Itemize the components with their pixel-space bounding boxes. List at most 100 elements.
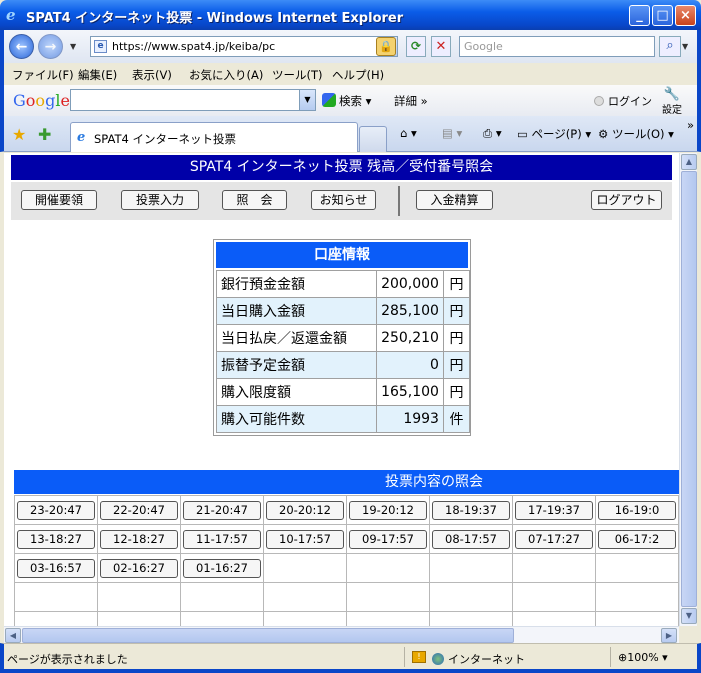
tools-menu[interactable]: ⚙ ツール(O) ▾	[598, 126, 674, 142]
race-button[interactable]: 10-17:57	[266, 529, 344, 549]
bet-cell: 22-20:47	[97, 495, 181, 525]
race-button[interactable]: 11-17:57	[183, 529, 261, 549]
refresh-icon[interactable]: ⟳	[406, 36, 426, 57]
scroll-left-icon[interactable]: ◀	[5, 628, 21, 643]
search-dropdown-icon[interactable]: ▼	[682, 42, 688, 51]
google-search-icon	[322, 93, 336, 107]
google-login-button[interactable]: ログイン	[594, 93, 652, 109]
search-input[interactable]: Google	[459, 36, 655, 57]
google-detail-button[interactable]: 詳細 »	[394, 93, 428, 109]
search-icon[interactable]: ⌕	[659, 36, 681, 57]
bet-cell: 03-16:57	[14, 553, 98, 583]
menu-help[interactable]: ヘルプ(H)	[332, 67, 384, 83]
url-field[interactable]: e https://www.spat4.jp/keiba/pc ▼	[90, 36, 398, 57]
race-button[interactable]: 12-18:27	[100, 529, 178, 549]
tab-spat4[interactable]: e SPAT4 インターネット投票	[70, 122, 358, 152]
scroll-right-icon[interactable]: ▶	[661, 628, 677, 643]
bet-input-button[interactable]: 投票入力	[121, 190, 199, 210]
chevron-more-icon[interactable]: »	[687, 118, 694, 132]
guide-button[interactable]: 開催要領	[21, 190, 97, 210]
zoom-control[interactable]: ⊕100% ▾	[618, 651, 668, 664]
race-button[interactable]: 06-17:2	[598, 529, 676, 549]
horizontal-scrollbar[interactable]: ◀ ▶	[4, 626, 679, 643]
history-dropdown-icon[interactable]: ▼	[70, 42, 76, 51]
menu-favorites[interactable]: お気に入り(A)	[189, 67, 263, 83]
page-menu[interactable]: ▭ ページ(P) ▾	[517, 126, 591, 142]
race-button[interactable]: 03-16:57	[17, 558, 95, 578]
bet-cell: 06-17:2	[595, 524, 679, 554]
scroll-down-icon[interactable]: ▼	[681, 608, 697, 624]
race-button[interactable]: 22-20:47	[100, 500, 178, 520]
scroll-corner	[679, 626, 697, 643]
google-logo: Google	[13, 91, 70, 110]
race-button[interactable]: 17-19:37	[515, 500, 593, 520]
race-button[interactable]: 21-20:47	[183, 500, 261, 520]
forward-button[interactable]: →	[38, 34, 63, 59]
new-tab-button[interactable]	[359, 126, 387, 152]
race-button[interactable]: 19-20:12	[349, 500, 427, 520]
print-icon[interactable]: ⎙ ▾	[483, 126, 502, 141]
status-divider	[610, 647, 611, 667]
deposit-button[interactable]: 入金精算	[416, 190, 493, 210]
add-favorite-icon[interactable]: ✚	[38, 125, 51, 144]
google-search-button[interactable]: 検索 ▾	[322, 93, 371, 109]
maximize-button[interactable]: □	[652, 5, 673, 26]
favorites-star-icon[interactable]: ★	[12, 125, 26, 144]
race-button[interactable]: 18-19:37	[432, 500, 510, 520]
race-button[interactable]: 09-17:57	[349, 529, 427, 549]
race-button[interactable]: 13-18:27	[17, 529, 95, 549]
table-row: 13-18:27 12-18:27 11-17:57 10-17:57 09-17:57…	[14, 524, 679, 554]
bet-cell: 18-19:37	[429, 495, 513, 525]
news-button[interactable]: お知らせ	[311, 190, 376, 210]
google-search-dropdown-icon[interactable]: ▼	[299, 90, 315, 110]
bet-cell: 20-20:12	[263, 495, 347, 525]
race-button[interactable]: 23-20:47	[17, 500, 95, 520]
menu-view[interactable]: 表示(V)	[132, 67, 172, 83]
protected-mode-icon[interactable]: !	[412, 651, 426, 663]
bet-cell: 16-19:0	[595, 495, 679, 525]
status-divider	[404, 647, 405, 667]
vertical-scroll-thumb[interactable]	[681, 171, 697, 607]
race-button[interactable]: 01-16:27	[183, 558, 261, 578]
horizontal-scroll-thumb[interactable]	[22, 628, 514, 643]
back-button[interactable]: ←	[9, 34, 34, 59]
race-button[interactable]: 08-17:57	[432, 529, 510, 549]
table-row: 購入限度額 165,100 円	[215, 378, 471, 406]
bet-cell: 08-17:57	[429, 524, 513, 554]
title-bar: e SPAT4 インターネット投票 - Windows Internet Exp…	[0, 0, 701, 30]
bet-cell	[595, 582, 679, 612]
bet-cell: 21-20:47	[180, 495, 264, 525]
logout-button[interactable]: ログアウト	[591, 190, 662, 210]
bet-cell	[512, 582, 596, 612]
menu-file[interactable]: ファイル(F)	[12, 67, 74, 83]
bet-cell	[180, 582, 264, 612]
google-search-input[interactable]: ▼	[70, 89, 316, 111]
page-content: SPAT4 インターネット投票 残高／受付番号照会 開催要領 投票入力 照 会 …	[4, 153, 679, 626]
bet-cell	[595, 553, 679, 583]
race-button[interactable]: 20-20:12	[266, 500, 344, 520]
bet-cell	[346, 553, 430, 583]
status-message: ページが表示されました	[7, 653, 128, 666]
menu-edit[interactable]: 編集(E)	[78, 67, 117, 83]
feeds-icon[interactable]: ▤ ▾	[442, 126, 462, 140]
address-bar: ← → ▼ e https://www.spat4.jp/keiba/pc ▼ …	[0, 30, 701, 63]
lock-icon[interactable]: 🔒	[376, 37, 396, 56]
bet-inquiry-grid: 23-20:47 22-20:47 21-20:47 20-20:12 19-20:12…	[14, 495, 679, 626]
bet-cell	[429, 611, 513, 626]
inquiry-button[interactable]: 照 会	[222, 190, 287, 210]
race-button[interactable]: 02-16:27	[100, 558, 178, 578]
bet-cell: 12-18:27	[97, 524, 181, 554]
stop-icon[interactable]: ✕	[431, 36, 451, 57]
minimize-button[interactable]: _	[629, 5, 650, 26]
bet-cell: 02-16:27	[97, 553, 181, 583]
race-button[interactable]: 16-19:0	[598, 500, 676, 520]
account-table: 銀行預金金額 200,000 円 当日購入金額 285,100 円 当日払戻／返還金額 2…	[215, 270, 471, 433]
google-settings-button[interactable]: 🔧 設定	[658, 88, 686, 116]
menu-tools[interactable]: ツール(T)	[272, 67, 323, 83]
scroll-up-icon[interactable]: ▲	[681, 154, 697, 170]
vertical-scrollbar[interactable]: ▲ ▼	[679, 153, 697, 626]
race-button[interactable]: 07-17:27	[515, 529, 593, 549]
security-zone[interactable]: インターネット	[432, 651, 525, 667]
close-button[interactable]: ×	[675, 5, 696, 26]
home-icon[interactable]: ⌂ ▾	[400, 126, 417, 140]
